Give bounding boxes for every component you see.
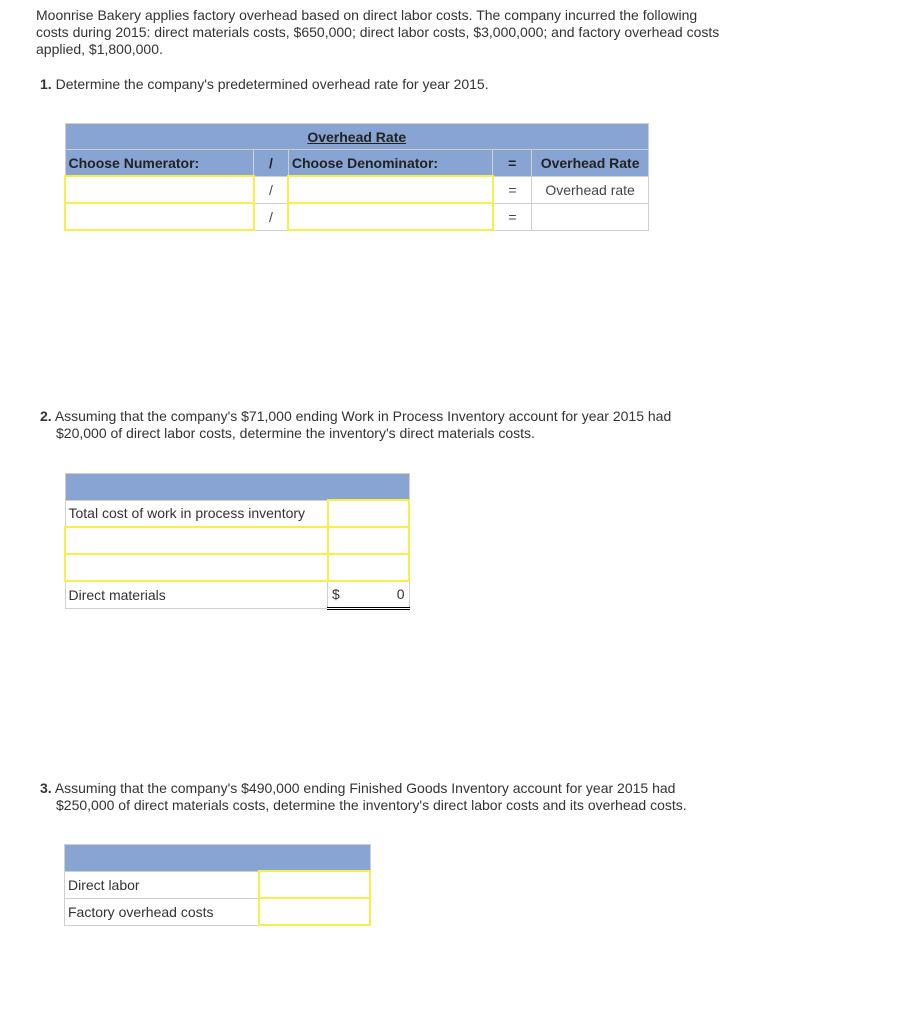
table-row: [64, 553, 410, 582]
row-label: Total cost of work in process inventory: [64, 499, 328, 528]
question-text-line1: Assuming that the company's $71,000 endi…: [54, 408, 672, 424]
table-row: Direct labor: [64, 870, 371, 899]
denominator-header: Choose Denominator:: [287, 149, 494, 177]
equals-symbol: =: [492, 175, 533, 204]
work-in-process-table: Total cost of work in process inventory …: [64, 473, 410, 610]
result-value: [531, 202, 649, 231]
denominator-field[interactable]: [289, 204, 492, 229]
equals-symbol: =: [492, 149, 533, 177]
table-header: [64, 473, 410, 501]
label-field[interactable]: [66, 528, 327, 553]
denominator-input-2[interactable]: [287, 202, 494, 231]
finished-goods-table: Direct labor Factory overhead costs: [64, 844, 371, 926]
value-input[interactable]: [326, 553, 410, 582]
label-field[interactable]: [66, 555, 327, 580]
value-input[interactable]: [326, 499, 410, 528]
overhead-rate-table: Overhead Rate Choose Numerator: / Choose…: [64, 123, 649, 231]
table-header: [64, 844, 371, 872]
total-row: Direct materials $ 0: [64, 580, 410, 610]
divide-symbol: /: [253, 149, 289, 177]
result-label: Overhead rate: [531, 175, 649, 204]
value-input[interactable]: [326, 526, 410, 555]
total-value: $ 0: [327, 580, 410, 610]
question-text: Determine the company's predetermined ov…: [55, 76, 489, 92]
numerator-input-2[interactable]: [64, 202, 255, 231]
question-text-line2: $250,000 of direct materials costs, dete…: [56, 797, 687, 813]
label-input[interactable]: [64, 553, 329, 582]
question-text-line1: Assuming that the company's $490,000 end…: [54, 780, 676, 796]
overhead-costs-input[interactable]: [258, 897, 371, 926]
currency-symbol: $: [332, 586, 340, 602]
question-2: 2. Assuming that the company's $71,000 e…: [40, 408, 671, 442]
table-row: / =: [64, 202, 649, 231]
amount-field[interactable]: [260, 899, 369, 924]
table-row: Factory overhead costs: [64, 897, 371, 926]
problem-intro: Moonrise Bakery applies factory overhead…: [36, 7, 720, 57]
label-input[interactable]: [64, 526, 329, 555]
numerator-field[interactable]: [66, 177, 253, 202]
amount-field[interactable]: [328, 501, 408, 526]
equals-symbol: =: [492, 202, 533, 231]
amount-field[interactable]: [328, 555, 408, 580]
denominator-input-1[interactable]: [287, 175, 494, 204]
table-row: / = Overhead rate: [64, 175, 649, 204]
direct-labor-input[interactable]: [258, 870, 371, 899]
question-3: 3. Assuming that the company's $490,000 …: [40, 780, 687, 814]
question-text-line2: $20,000 of direct labor costs, determine…: [56, 425, 535, 441]
question-number: 3.: [40, 780, 52, 796]
table-title: Overhead Rate: [64, 123, 649, 150]
numerator-input-1[interactable]: [64, 175, 255, 204]
table-row: Total cost of work in process inventory: [64, 499, 410, 528]
denominator-field[interactable]: [289, 177, 492, 202]
total-amount: 0: [396, 586, 405, 602]
divide-symbol: /: [253, 175, 289, 204]
numerator-field[interactable]: [66, 204, 253, 229]
total-label: Direct materials: [64, 580, 328, 609]
row-label: Direct labor: [64, 870, 260, 899]
amount-field[interactable]: [328, 528, 408, 553]
amount-field[interactable]: [260, 872, 369, 897]
row-label: Factory overhead costs: [64, 897, 260, 926]
numerator-header: Choose Numerator:: [64, 149, 254, 177]
divide-symbol: /: [253, 202, 289, 231]
question-1: 1. Determine the company's predetermined…: [40, 76, 489, 93]
question-number: 1.: [40, 76, 52, 92]
table-row: [64, 526, 410, 555]
result-header: Overhead Rate: [531, 149, 649, 177]
question-number: 2.: [40, 408, 52, 424]
